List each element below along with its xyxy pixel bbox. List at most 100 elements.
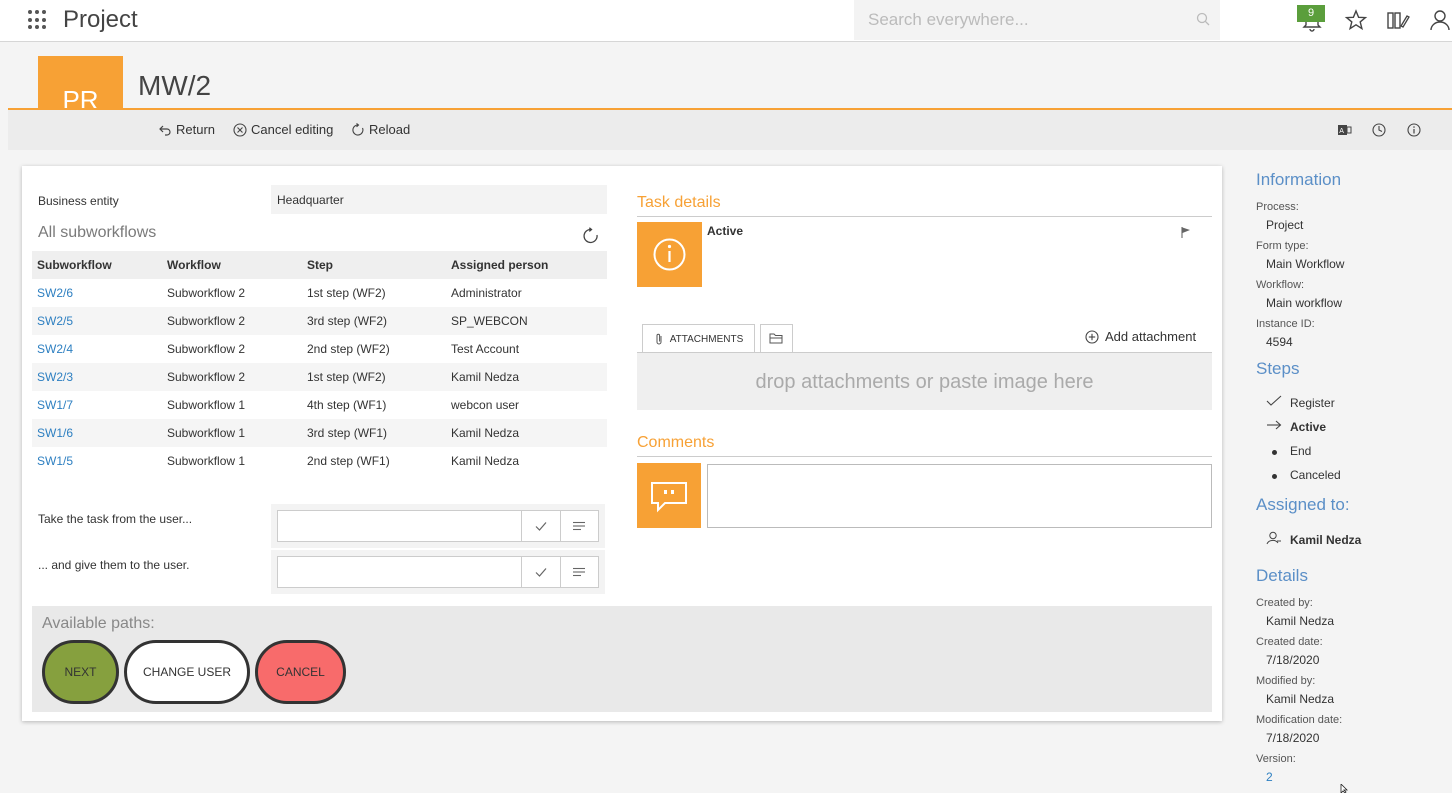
form-type-value: Main Workflow xyxy=(1266,257,1345,271)
step-end: End xyxy=(1266,444,1311,458)
info-icon[interactable] xyxy=(1406,122,1422,138)
add-attachment-label: Add attachment xyxy=(1105,329,1197,344)
cancel-editing-label: Cancel editing xyxy=(251,122,334,137)
business-entity-label: Business entity xyxy=(38,194,119,208)
picker-list-icon[interactable] xyxy=(572,565,586,579)
information-title: Information xyxy=(1256,170,1342,189)
assigned-person-name: Kamil Nedza xyxy=(1290,532,1362,547)
column-header-step[interactable]: Step xyxy=(302,251,446,279)
confirm-check-icon[interactable] xyxy=(534,519,548,533)
return-button[interactable]: Return xyxy=(158,122,215,137)
confirm-check-icon[interactable] xyxy=(534,565,548,579)
table-row[interactable]: SW2/3 Subworkflow 2 1st step (WF2) Kamil… xyxy=(32,363,607,391)
return-icon xyxy=(159,125,171,136)
step-canceled: Canceled xyxy=(1266,468,1341,482)
subworkflow-link[interactable]: SW1/7 xyxy=(37,398,73,412)
attachments-tab-label: ATTACHMENTS xyxy=(669,333,744,345)
notification-badge[interactable]: 9 xyxy=(1297,5,1325,22)
cancel-path-button[interactable]: CANCEL xyxy=(255,640,346,704)
table-row[interactable]: SW2/6 Subworkflow 2 1st step (WF2) Admin… xyxy=(32,279,607,307)
person-cell: SP_WEBCON xyxy=(446,307,607,335)
top-bar: Project 9 xyxy=(0,0,1452,42)
give-task-user-picker xyxy=(271,550,605,594)
step-label: Register xyxy=(1290,395,1335,410)
subworkflows-title: All subworkflows xyxy=(38,224,157,241)
steps-title: Steps xyxy=(1256,359,1300,378)
search-icon[interactable] xyxy=(1196,12,1210,26)
comment-tile xyxy=(637,463,701,528)
modified-by-value: Kamil Nedza xyxy=(1266,692,1335,706)
subworkflow-link[interactable]: SW2/5 xyxy=(37,314,73,328)
give-task-user-field[interactable] xyxy=(277,556,599,588)
subworkflows-table: Subworkflow Workflow Step Assigned perso… xyxy=(32,251,607,475)
step-cell: 4th step (WF1) xyxy=(307,398,387,412)
next-path-button[interactable]: NEXT xyxy=(42,640,119,704)
workflow-label: Workflow: xyxy=(1256,279,1305,291)
assigned-person[interactable]: Kamil Nedza xyxy=(1266,531,1361,548)
form-card: Business entity Headquarter All subworkf… xyxy=(22,166,1222,721)
document-title: MW/2 xyxy=(138,70,212,101)
app-launcher-icon[interactable] xyxy=(28,10,48,30)
take-task-label: Take the task from the user... xyxy=(38,512,193,526)
step-cell: 1st step (WF2) xyxy=(307,286,386,300)
version-link[interactable]: 2 xyxy=(1266,770,1273,784)
flag-icon[interactable] xyxy=(1180,226,1192,238)
search-box xyxy=(854,0,1220,40)
take-task-user-field[interactable] xyxy=(277,510,599,542)
task-list-icon[interactable] xyxy=(1386,8,1410,32)
column-header-subworkflow[interactable]: Subworkflow xyxy=(32,251,162,279)
cancel-editing-button[interactable]: Cancel editing xyxy=(233,122,333,137)
person-cell: Test Account xyxy=(451,342,520,356)
user-profile-icon[interactable] xyxy=(1428,8,1452,32)
column-header-workflow[interactable]: Workflow xyxy=(162,251,302,279)
workflow-cell: Subworkflow 2 xyxy=(162,363,302,391)
subworkflow-link[interactable]: SW2/6 xyxy=(37,286,73,300)
instance-id-label: Instance ID: xyxy=(1256,318,1315,330)
bullet-icon xyxy=(1272,474,1277,479)
step-label: Canceled xyxy=(1290,468,1341,482)
table-row[interactable]: SW1/7 Subworkflow 1 4th step (WF1) webco… xyxy=(32,391,607,419)
attachments-tab[interactable]: ATTACHMENTS xyxy=(642,324,755,353)
table-row[interactable]: SW2/4 Subworkflow 2 2nd step (WF2) Test … xyxy=(32,335,607,363)
arrow-right-icon xyxy=(1267,420,1282,430)
subworkflow-link[interactable]: SW2/3 xyxy=(37,370,73,384)
table-row[interactable]: SW1/6 Subworkflow 1 3rd step (WF1) Kamil… xyxy=(32,419,607,447)
app-title[interactable]: Project xyxy=(63,6,138,34)
add-attachment-button[interactable]: Add attachment xyxy=(1085,329,1196,344)
picker-list-icon[interactable] xyxy=(572,519,586,533)
history-icon[interactable] xyxy=(1371,122,1387,138)
subworkflow-link[interactable]: SW2/4 xyxy=(37,342,73,356)
subworkflow-link[interactable]: SW1/5 xyxy=(37,454,73,468)
comment-input[interactable] xyxy=(707,464,1212,528)
created-date-label: Created date: xyxy=(1256,636,1323,648)
person-cell: Administrator xyxy=(451,286,522,300)
process-value: Project xyxy=(1266,218,1304,232)
subworkflow-link[interactable]: SW1/6 xyxy=(37,426,73,440)
modification-date-value: 7/18/2020 xyxy=(1266,731,1320,745)
folder-tab[interactable] xyxy=(760,324,793,353)
return-label: Return xyxy=(176,122,216,137)
change-user-path-button[interactable]: CHANGE USER xyxy=(124,640,250,704)
search-input[interactable] xyxy=(854,0,1174,40)
table-row[interactable]: SW1/5 Subworkflow 1 2nd step (WF1) Kamil… xyxy=(32,447,607,475)
folder-icon xyxy=(769,333,783,344)
column-header-assigned-person[interactable]: Assigned person xyxy=(446,251,607,279)
attachment-drop-zone[interactable]: drop attachments or paste image here xyxy=(637,352,1212,410)
step-cell: 2nd step (WF1) xyxy=(307,454,390,468)
workflow-cell: Subworkflow 2 xyxy=(167,342,246,356)
user-icon xyxy=(1266,531,1281,545)
modification-date-label: Modification date: xyxy=(1256,714,1343,726)
refresh-icon[interactable] xyxy=(582,227,600,245)
workflow-cell: Subworkflow 1 xyxy=(162,419,302,447)
created-by-label: Created by: xyxy=(1256,597,1313,609)
word-export-icon[interactable]: A xyxy=(1336,122,1352,138)
reload-button[interactable]: Reload xyxy=(351,122,410,137)
star-icon[interactable] xyxy=(1344,8,1368,32)
table-row[interactable]: SW2/5 Subworkflow 2 3rd step (WF2) SP_WE… xyxy=(32,307,607,335)
task-details-divider xyxy=(637,216,1212,217)
comment-bubble-icon xyxy=(651,482,687,513)
step-cell: 2nd step (WF2) xyxy=(307,342,390,356)
cancel-circle-icon xyxy=(233,122,247,137)
business-entity-value[interactable]: Headquarter xyxy=(271,185,607,214)
task-details-title: Task details xyxy=(637,194,721,211)
